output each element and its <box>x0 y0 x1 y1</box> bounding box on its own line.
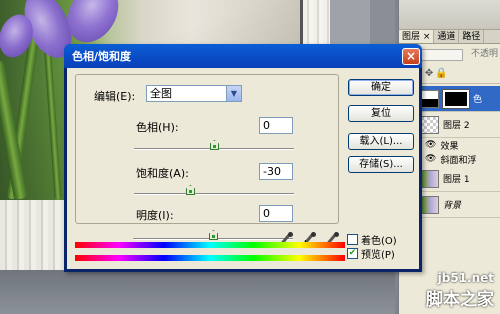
preview-checkbox[interactable]: ✔ <box>347 248 358 259</box>
lightness-input[interactable]: 0 <box>259 205 293 222</box>
panel-top-bar <box>399 0 500 30</box>
site-watermark: jb51.net 脚本之家 <box>426 271 494 310</box>
colorize-checkbox-row[interactable]: 着色(O) <box>347 232 397 247</box>
canvas-bottom <box>0 270 395 314</box>
input-color-spectrum <box>75 242 345 248</box>
hue-slider-track[interactable] <box>134 140 294 150</box>
edit-range-select[interactable]: 全图 ▼ <box>146 85 242 102</box>
layer-name: 图层 1 <box>443 175 470 185</box>
lightness-slider-thumb[interactable] <box>209 230 218 240</box>
lock-all-icon[interactable]: 🔒 <box>435 68 449 79</box>
lightness-label: 明度(I): <box>136 209 174 222</box>
saturation-slider-track[interactable] <box>134 185 294 195</box>
layer-name: 背景 <box>443 201 462 211</box>
load-button[interactable]: 载入(L)... <box>348 133 414 150</box>
colorize-checkbox[interactable] <box>347 234 358 245</box>
layer-name: 图层 2 <box>443 121 470 131</box>
layer-name: 色 <box>473 95 483 105</box>
hue-label: 色相(H): <box>136 121 179 134</box>
edit-range-value: 全图 <box>150 87 172 100</box>
tab-layers[interactable]: 图层 × <box>399 30 435 43</box>
effect-label: 斜面和浮 <box>440 155 477 166</box>
lightness-slider-track[interactable] <box>133 230 293 240</box>
save-button[interactable]: 存储(S)... <box>348 156 414 173</box>
saturation-slider-thumb[interactable] <box>186 185 195 195</box>
tab-paths[interactable]: 路径 <box>459 30 485 43</box>
colorize-label: 着色(O) <box>361 236 397 247</box>
output-color-spectrum <box>75 255 345 261</box>
eye-icon[interactable]: 👁 <box>425 140 436 150</box>
preview-checkbox-row[interactable]: ✔ 预览(P) <box>347 246 395 261</box>
dialog-title: 色相/饱和度 <box>72 50 132 63</box>
saturation-label: 饱和度(A): <box>136 167 189 180</box>
eye-icon[interactable]: 👁 <box>425 154 436 164</box>
close-button[interactable]: × <box>402 47 420 65</box>
saturation-input[interactable]: -30 <box>259 163 293 180</box>
ok-button[interactable]: 确定 <box>348 79 414 96</box>
watermark-name: 脚本之家 <box>426 290 494 310</box>
hue-slider-thumb[interactable] <box>210 140 219 150</box>
dialog-titlebar[interactable]: 色相/饱和度 × <box>64 44 422 68</box>
chevron-down-icon[interactable]: ▼ <box>226 86 241 101</box>
opacity-label: 不透明 <box>471 49 499 59</box>
preview-label: 预览(P) <box>361 250 395 261</box>
effects-label: 效果 <box>440 141 459 152</box>
watermark-url: jb51.net <box>437 271 494 285</box>
dialog-body: 编辑(E): 全图 ▼ 色相(H): 0 饱和度(A): -30 明度(I): … <box>67 68 419 269</box>
edit-label: 编辑(E): <box>94 90 136 103</box>
hue-saturation-dialog: 色相/饱和度 × 编辑(E): 全图 ▼ 色相(H): 0 饱和度(A): -3… <box>64 44 422 272</box>
move-lock-icon[interactable]: ✥ <box>425 68 435 79</box>
hue-input[interactable]: 0 <box>259 117 293 134</box>
reset-button[interactable]: 复位 <box>348 105 414 122</box>
tab-channels[interactable]: 通道 <box>434 30 460 43</box>
adjustment-group: 编辑(E): 全图 ▼ 色相(H): 0 饱和度(A): -30 明度(I): … <box>75 74 339 224</box>
panel-tabs: 图层 × 通道 路径 <box>399 30 500 44</box>
layer-mask-thumb <box>442 88 470 109</box>
